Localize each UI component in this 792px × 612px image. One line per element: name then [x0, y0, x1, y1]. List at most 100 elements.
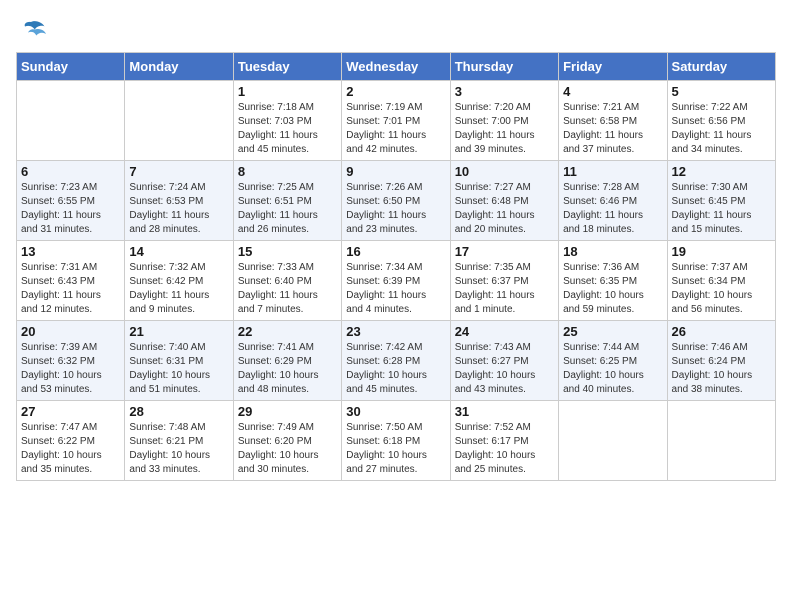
calendar-cell: 30 Sunrise: 7:50 AM Sunset: 6:18 PM Dayli…	[342, 401, 450, 481]
day-info: Sunrise: 7:40 AM Sunset: 6:31 PM Dayligh…	[129, 341, 228, 397]
calendar-cell: 16 Sunrise: 7:34 AM Sunset: 6:39 PM Dayli…	[342, 241, 450, 321]
calendar-cell: 8 Sunrise: 7:25 AM Sunset: 6:51 PM Daylig…	[233, 161, 341, 241]
day-info: Sunrise: 7:22 AM Sunset: 6:56 PM Dayligh…	[672, 101, 771, 157]
calendar-cell: 13Sunrise: 7:31 AM Sunset: 6:43 PM Dayli…	[17, 241, 125, 321]
calendar-cell: 6 Sunrise: 7:23 AM Sunset: 6:55 PM Daylig…	[17, 161, 125, 241]
day-number: 12	[672, 164, 771, 179]
calendar-cell: 21 Sunrise: 7:40 AM Sunset: 6:31 PM Dayli…	[125, 321, 233, 401]
week-row-2: 6 Sunrise: 7:23 AM Sunset: 6:55 PM Daylig…	[17, 161, 776, 241]
day-info: Sunrise: 7:26 AM Sunset: 6:50 PM Dayligh…	[346, 181, 445, 237]
calendar-cell: 19 Sunrise: 7:37 AM Sunset: 6:34 PM Dayli…	[667, 241, 775, 321]
logo-icon	[16, 16, 46, 46]
day-info: Sunrise: 7:35 AM Sunset: 6:37 PM Dayligh…	[455, 261, 554, 317]
calendar-cell: 24 Sunrise: 7:43 AM Sunset: 6:27 PM Dayli…	[450, 321, 558, 401]
calendar-cell: 12 Sunrise: 7:30 AM Sunset: 6:45 PM Dayli…	[667, 161, 775, 241]
day-number: 22	[238, 324, 337, 339]
day-info: Sunrise: 7:44 AM Sunset: 6:25 PM Dayligh…	[563, 341, 662, 397]
calendar-cell: 20 Sunrise: 7:39 AM Sunset: 6:32 PM Dayli…	[17, 321, 125, 401]
day-info: Sunrise: 7:34 AM Sunset: 6:39 PM Dayligh…	[346, 261, 445, 317]
calendar-cell: 28Sunrise: 7:48 AM Sunset: 6:21 PM Dayli…	[125, 401, 233, 481]
calendar-cell	[125, 81, 233, 161]
calendar-cell: 22 Sunrise: 7:41 AM Sunset: 6:29 PM Dayli…	[233, 321, 341, 401]
day-number: 20	[21, 324, 120, 339]
calendar-cell: 27Sunrise: 7:47 AM Sunset: 6:22 PM Dayli…	[17, 401, 125, 481]
column-header-sunday: Sunday	[17, 53, 125, 81]
week-row-3: 13Sunrise: 7:31 AM Sunset: 6:43 PM Dayli…	[17, 241, 776, 321]
day-number: 25	[563, 324, 662, 339]
day-info: Sunrise: 7:33 AM Sunset: 6:40 PM Dayligh…	[238, 261, 337, 317]
calendar-cell: 25 Sunrise: 7:44 AM Sunset: 6:25 PM Dayli…	[559, 321, 667, 401]
calendar-cell	[17, 81, 125, 161]
week-row-1: 1 Sunrise: 7:18 AM Sunset: 7:03 PM Daylig…	[17, 81, 776, 161]
day-number: 17	[455, 244, 554, 259]
day-number: 24	[455, 324, 554, 339]
day-number: 2	[346, 84, 445, 99]
day-number: 7	[129, 164, 228, 179]
day-number: 29	[238, 404, 337, 419]
calendar-cell: 18 Sunrise: 7:36 AM Sunset: 6:35 PM Dayli…	[559, 241, 667, 321]
day-info: Sunrise: 7:52 AM Sunset: 6:17 PM Dayligh…	[455, 421, 554, 477]
day-info: Sunrise: 7:23 AM Sunset: 6:55 PM Dayligh…	[21, 181, 120, 237]
day-info: Sunrise: 7:37 AM Sunset: 6:34 PM Dayligh…	[672, 261, 771, 317]
day-number: 18	[563, 244, 662, 259]
calendar-cell: 17 Sunrise: 7:35 AM Sunset: 6:37 PM Dayli…	[450, 241, 558, 321]
day-number: 21	[129, 324, 228, 339]
day-number: 9	[346, 164, 445, 179]
calendar-cell: 2Sunrise: 7:19 AM Sunset: 7:01 PM Daylig…	[342, 81, 450, 161]
day-number: 16	[346, 244, 445, 259]
day-number: 3	[455, 84, 554, 99]
day-number: 11	[563, 164, 662, 179]
day-info: Sunrise: 7:25 AM Sunset: 6:51 PM Dayligh…	[238, 181, 337, 237]
day-info: Sunrise: 7:27 AM Sunset: 6:48 PM Dayligh…	[455, 181, 554, 237]
day-info: Sunrise: 7:43 AM Sunset: 6:27 PM Dayligh…	[455, 341, 554, 397]
day-number: 23	[346, 324, 445, 339]
day-info: Sunrise: 7:42 AM Sunset: 6:28 PM Dayligh…	[346, 341, 445, 397]
calendar-cell: 14 Sunrise: 7:32 AM Sunset: 6:42 PM Dayli…	[125, 241, 233, 321]
calendar-cell	[559, 401, 667, 481]
day-number: 10	[455, 164, 554, 179]
day-number: 31	[455, 404, 554, 419]
day-info: Sunrise: 7:50 AM Sunset: 6:18 PM Dayligh…	[346, 421, 445, 477]
day-info: Sunrise: 7:21 AM Sunset: 6:58 PM Dayligh…	[563, 101, 662, 157]
calendar-cell: 26 Sunrise: 7:46 AM Sunset: 6:24 PM Dayli…	[667, 321, 775, 401]
column-header-monday: Monday	[125, 53, 233, 81]
day-number: 28	[129, 404, 228, 419]
calendar-cell	[667, 401, 775, 481]
day-info: Sunrise: 7:31 AM Sunset: 6:43 PM Dayligh…	[21, 261, 120, 317]
calendar-cell: 23 Sunrise: 7:42 AM Sunset: 6:28 PM Dayli…	[342, 321, 450, 401]
day-number: 6	[21, 164, 120, 179]
day-number: 30	[346, 404, 445, 419]
day-number: 19	[672, 244, 771, 259]
day-number: 26	[672, 324, 771, 339]
day-info: Sunrise: 7:47 AM Sunset: 6:22 PM Dayligh…	[21, 421, 120, 477]
day-info: Sunrise: 7:32 AM Sunset: 6:42 PM Dayligh…	[129, 261, 228, 317]
day-info: Sunrise: 7:46 AM Sunset: 6:24 PM Dayligh…	[672, 341, 771, 397]
logo	[16, 16, 50, 46]
calendar-cell: 10 Sunrise: 7:27 AM Sunset: 6:48 PM Dayli…	[450, 161, 558, 241]
day-info: Sunrise: 7:39 AM Sunset: 6:32 PM Dayligh…	[21, 341, 120, 397]
week-row-4: 20 Sunrise: 7:39 AM Sunset: 6:32 PM Dayli…	[17, 321, 776, 401]
calendar-cell: 29Sunrise: 7:49 AM Sunset: 6:20 PM Dayli…	[233, 401, 341, 481]
day-info: Sunrise: 7:28 AM Sunset: 6:46 PM Dayligh…	[563, 181, 662, 237]
day-info: Sunrise: 7:20 AM Sunset: 7:00 PM Dayligh…	[455, 101, 554, 157]
day-info: Sunrise: 7:30 AM Sunset: 6:45 PM Dayligh…	[672, 181, 771, 237]
calendar-cell: 3 Sunrise: 7:20 AM Sunset: 7:00 PM Daylig…	[450, 81, 558, 161]
calendar-cell: 15 Sunrise: 7:33 AM Sunset: 6:40 PM Dayli…	[233, 241, 341, 321]
day-info: Sunrise: 7:18 AM Sunset: 7:03 PM Dayligh…	[238, 101, 337, 157]
calendar-table: SundayMondayTuesdayWednesdayThursdayFrid…	[16, 52, 776, 481]
column-header-tuesday: Tuesday	[233, 53, 341, 81]
day-number: 5	[672, 84, 771, 99]
header-row: SundayMondayTuesdayWednesdayThursdayFrid…	[17, 53, 776, 81]
column-header-wednesday: Wednesday	[342, 53, 450, 81]
day-info: Sunrise: 7:41 AM Sunset: 6:29 PM Dayligh…	[238, 341, 337, 397]
calendar-cell: 4 Sunrise: 7:21 AM Sunset: 6:58 PM Daylig…	[559, 81, 667, 161]
day-number: 4	[563, 84, 662, 99]
calendar-cell: 1 Sunrise: 7:18 AM Sunset: 7:03 PM Daylig…	[233, 81, 341, 161]
day-number: 15	[238, 244, 337, 259]
day-info: Sunrise: 7:36 AM Sunset: 6:35 PM Dayligh…	[563, 261, 662, 317]
calendar-cell: 9 Sunrise: 7:26 AM Sunset: 6:50 PM Daylig…	[342, 161, 450, 241]
day-number: 1	[238, 84, 337, 99]
day-number: 14	[129, 244, 228, 259]
day-number: 8	[238, 164, 337, 179]
calendar-cell: 11 Sunrise: 7:28 AM Sunset: 6:46 PM Dayli…	[559, 161, 667, 241]
